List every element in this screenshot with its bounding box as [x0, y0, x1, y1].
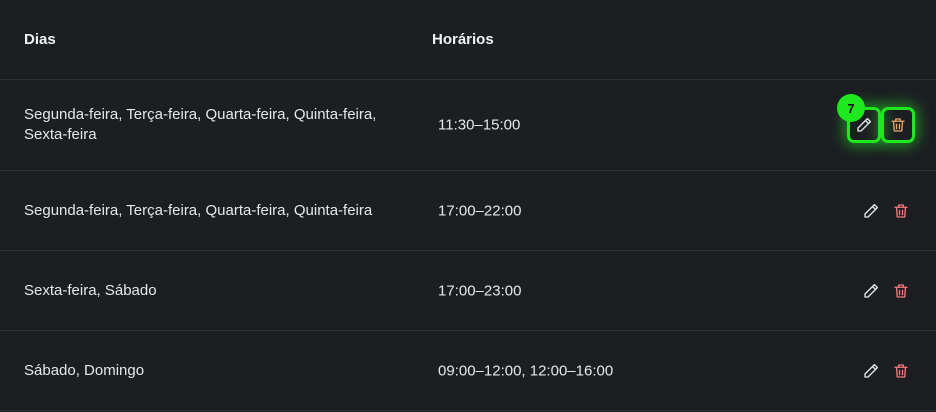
trash-icon: [894, 203, 908, 218]
trash-icon: [894, 363, 908, 378]
pencil-icon: [864, 363, 879, 378]
delete-button[interactable]: [888, 198, 914, 224]
delete-button[interactable]: [888, 358, 914, 384]
trash-icon: [894, 283, 908, 298]
edit-button[interactable]: [858, 278, 884, 304]
row-hours: 17:00–23:00: [438, 282, 522, 299]
row-days: Sábado, Domingo: [24, 361, 145, 379]
row-days: Segunda-feira, Terça-feira, Quarta-feira…: [24, 201, 373, 219]
row-hours: 17:00–22:00: [438, 202, 522, 219]
row-hours: 11:30–15:00: [438, 116, 521, 134]
row-actions: [858, 358, 914, 384]
pencil-icon: [864, 203, 879, 218]
schedule-table: Dias Horários Segunda-feira, Terça-feira…: [0, 0, 936, 411]
table-row: Sexta-feira, Sábado 17:00–23:00: [0, 251, 936, 331]
edit-button[interactable]: [858, 198, 884, 224]
edit-button[interactable]: [858, 358, 884, 384]
trash-icon: [891, 118, 905, 132]
row-actions: [858, 278, 914, 304]
row-hours: 09:00–12:00, 12:00–16:00: [438, 362, 614, 379]
pencil-icon: [864, 283, 879, 298]
column-header-days: Dias: [24, 31, 56, 48]
column-header-hours: Horários: [432, 31, 494, 48]
row-actions: [858, 198, 914, 224]
delete-button[interactable]: [888, 278, 914, 304]
table-row: Sábado, Domingo 09:00–12:00, 12:00–16:00: [0, 331, 936, 411]
table-row: Segunda-feira, Terça-feira, Quarta-feira…: [0, 80, 936, 171]
table-row: Segunda-feira, Terça-feira, Quarta-feira…: [0, 171, 936, 251]
row-days: Sexta-feira, Sábado: [24, 281, 157, 299]
highlight-badge: 7: [837, 94, 865, 122]
table-header: Dias Horários: [0, 0, 936, 80]
delete-button[interactable]: [881, 107, 915, 143]
row-days: Segunda-feira, Terça-feira, Quarta-feira…: [24, 106, 377, 143]
